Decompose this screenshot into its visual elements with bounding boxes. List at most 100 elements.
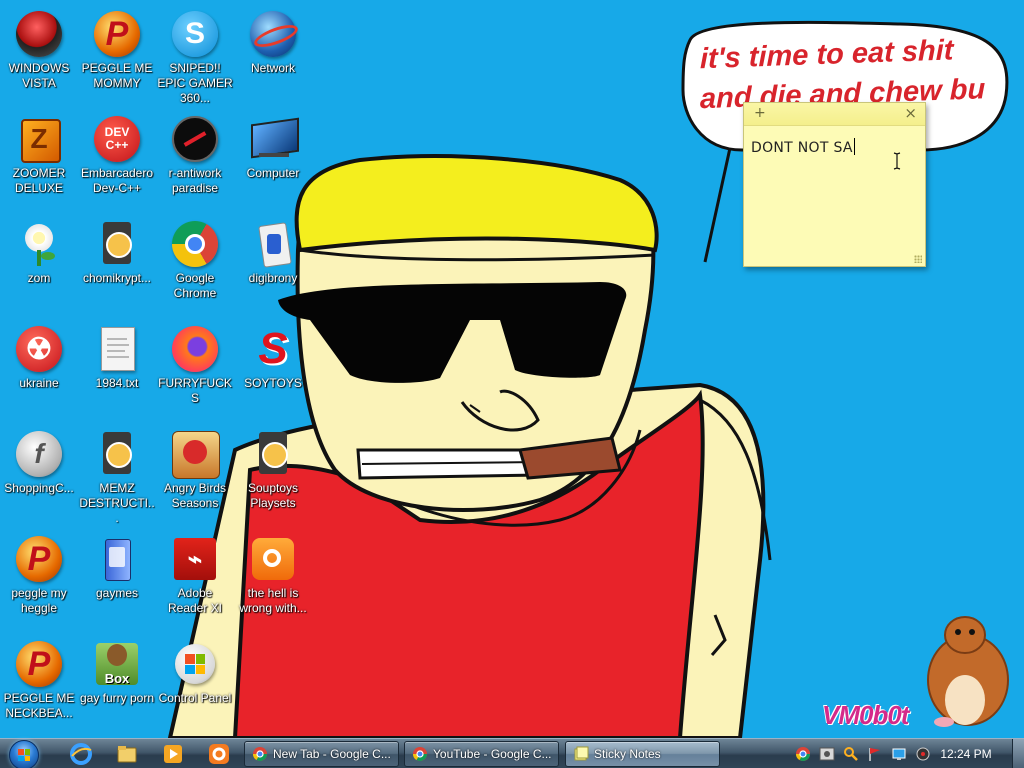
close-note-button[interactable]: × <box>904 104 917 122</box>
digibrony-icon <box>249 220 297 268</box>
uc-browser-icon[interactable] <box>207 742 231 766</box>
taskbar-button-sticky-notes[interactable]: Sticky Notes <box>565 741 720 767</box>
desktop-icon-control-panel[interactable]: Control Panel <box>156 636 234 736</box>
desktop-icon-peggle-me-neckbeard[interactable]: P PEGGLE ME NECKBEA... <box>0 636 78 736</box>
sticky-note-window[interactable]: + × DONT NOT SA <box>743 102 926 267</box>
desktop-icon-peggle-me-mommy[interactable]: P PEGGLE ME MOMMY <box>78 6 156 106</box>
taskbar: New Tab - Google C... YouTube - Google C… <box>0 738 1024 768</box>
angry-birds-icon <box>171 430 220 479</box>
desktop-icon-shoppingc[interactable]: f ShoppingC... <box>0 426 78 526</box>
icon-label: chomikrypt... <box>82 271 151 285</box>
action-center-flag-icon[interactable] <box>867 746 883 762</box>
search-tray-icon[interactable] <box>843 746 859 762</box>
desktop-icon-memz[interactable]: MEMZ DESTRUCTI... <box>78 426 156 526</box>
sticky-note-text-area[interactable]: DONT NOT SA <box>751 138 855 156</box>
desktop-icon-ukraine[interactable]: ☢ ukraine <box>0 321 78 421</box>
radiation-icon: ☢ <box>15 325 63 373</box>
shortcut-clock-icon <box>93 220 141 268</box>
desktop-icon-chomikrypt[interactable]: chomikrypt... <box>78 216 156 316</box>
icon-label: ZOOMER DELUXE <box>12 166 66 195</box>
desktop-icon-peggle-my-heggle[interactable]: P peggle my heggle <box>0 531 78 631</box>
icon-label: gaymes <box>95 586 139 600</box>
box-icon: Box <box>93 640 141 688</box>
chrome-icon <box>413 747 427 761</box>
chrome-icon <box>171 220 219 268</box>
start-button[interactable] <box>6 740 42 768</box>
text-caret <box>853 138 855 155</box>
file-explorer-icon[interactable] <box>115 742 139 766</box>
show-desktop-button[interactable] <box>1012 739 1024 768</box>
icon-label: PEGGLE ME NECKBEA... <box>3 691 75 720</box>
wallpaper-signature: VM0b0t <box>822 700 909 730</box>
desktop-icon-sniped[interactable]: S SNIPED!! EPIC GAMER 360... <box>156 6 234 106</box>
desktop-icon-digibrony[interactable]: digibrony <box>234 216 312 316</box>
taskbar-button-label: YouTube - Google C... <box>433 747 552 761</box>
text-file-icon <box>93 325 141 373</box>
desktop-icon-computer[interactable]: Computer <box>234 111 312 211</box>
chrome-tray-icon[interactable] <box>795 746 811 762</box>
desktop-icon-soytoys[interactable]: S SOYTOYS <box>234 321 312 421</box>
desktop-icon-zoomer-deluxe[interactable]: Z ZOOMER DELUXE <box>0 111 78 211</box>
desktop-icon-zom[interactable]: zom <box>0 216 78 316</box>
desktop-icon-angry-birds[interactable]: Angry Birds Seasons <box>156 426 234 526</box>
desktop-icon-windows-vista[interactable]: WINDOWS VISTA <box>0 6 78 106</box>
icon-label: 1984.txt <box>95 376 139 390</box>
peggle-icon: P <box>15 535 63 583</box>
soytoys-icon: S <box>258 324 288 373</box>
resize-grip[interactable] <box>914 255 922 263</box>
taskbar-button-new-tab[interactable]: New Tab - Google C... <box>244 741 399 767</box>
desktop-icon-r-antiwork[interactable]: r-antiwork paradise <box>156 111 234 211</box>
desktop-icon-gaymes[interactable]: gaymes <box>78 531 156 631</box>
icon-label: Angry Birds Seasons <box>163 481 227 510</box>
peggle-icon: P <box>15 640 63 688</box>
games-folder-icon <box>93 535 141 583</box>
dev-cpp-icon: DEV C++ <box>93 115 141 163</box>
media-player-icon[interactable] <box>161 742 185 766</box>
peggle-icon: P <box>93 10 141 58</box>
system-clock[interactable]: 12:24 PM <box>936 747 996 761</box>
skype-icon: S <box>171 10 219 58</box>
desktop-icon-network[interactable]: Network <box>234 6 312 106</box>
icon-label: Embarcadero Dev-C++ <box>80 166 154 195</box>
icon-label: digibrony <box>248 271 298 285</box>
taskbar-button-youtube[interactable]: YouTube - Google C... <box>404 741 559 767</box>
sticky-note-text: DONT NOT SA <box>751 140 853 156</box>
icon-label: Google Chrome <box>173 271 217 300</box>
icon-label: r-antiwork paradise <box>168 166 222 195</box>
desktop-icon-google-chrome[interactable]: Google Chrome <box>156 216 234 316</box>
ibeam-cursor-icon <box>893 152 901 170</box>
icon-label: Computer <box>246 166 300 180</box>
uc-browser-icon <box>249 535 297 583</box>
desktop-icon-furryfucks[interactable]: FURRYFUCKS <box>156 321 234 421</box>
icon-label: FURRYFUCKS <box>158 376 232 405</box>
desktop-icon-gay-furry-porn[interactable]: Box gay furry porn <box>78 636 156 736</box>
desktop-icon-dev-cpp[interactable]: DEV C++ Embarcadero Dev-C++ <box>78 111 156 211</box>
network-tray-icon[interactable] <box>891 746 907 762</box>
icon-label: WINDOWS VISTA <box>8 61 70 90</box>
control-panel-icon <box>171 640 219 688</box>
icon-label: Adobe Reader XI <box>167 586 223 615</box>
icon-label: SNIPED!! EPIC GAMER 360... <box>157 61 233 105</box>
icon-label: Souptoys Playsets <box>247 481 299 510</box>
icon-label: PEGGLE ME MOMMY <box>81 61 153 90</box>
chrome-icon <box>253 747 267 761</box>
adobe-reader-icon: ⌁ <box>171 535 219 583</box>
internet-explorer-icon[interactable] <box>69 742 93 766</box>
sticky-notes-icon <box>574 746 589 761</box>
windows-vista-icon <box>15 10 63 58</box>
sticky-note-header[interactable]: + × <box>744 103 925 126</box>
desktop-icon-souptoys[interactable]: Souptoys Playsets <box>234 426 312 526</box>
desktop-icon-adobe-reader[interactable]: ⌁ Adobe Reader XI <box>156 531 234 631</box>
new-note-button[interactable]: + <box>754 105 766 121</box>
zoomer-deluxe-icon: Z <box>15 115 63 163</box>
flash-icon: f <box>15 430 63 478</box>
desktop-icon-1984-txt[interactable]: 1984.txt <box>78 321 156 421</box>
icon-label: Network <box>250 61 295 75</box>
icon-label: peggle my heggle <box>11 586 67 615</box>
desktop-icon-the-hell-is-wrong[interactable]: the hell is wrong with... <box>234 531 312 631</box>
icon-label: MEMZ DESTRUCTI... <box>79 481 155 525</box>
plant-icon <box>15 220 63 268</box>
app-tray-icon[interactable] <box>819 746 835 762</box>
volume-tray-icon[interactable] <box>915 746 931 762</box>
network-icon <box>249 10 301 58</box>
